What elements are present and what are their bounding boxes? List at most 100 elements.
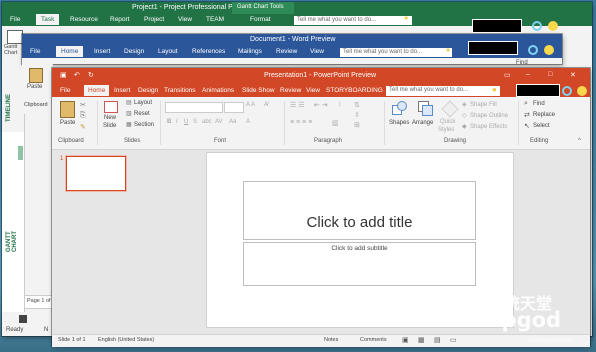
ppt-share-icon[interactable] — [562, 86, 572, 96]
shape-outline-icon[interactable]: ◇ — [462, 112, 467, 119]
ppt-paste-icon[interactable] — [60, 101, 75, 118]
word-account-box[interactable] — [468, 41, 518, 55]
new-slide-icon[interactable] — [104, 101, 118, 113]
columns-icon[interactable]: ▥ — [332, 119, 339, 127]
word-tab-file[interactable]: File — [30, 48, 40, 55]
word-paste-label[interactable]: Paste — [27, 84, 42, 90]
case-icon[interactable]: Aa — [229, 119, 236, 125]
word-tab-design[interactable]: Design — [124, 48, 144, 55]
strike-icon[interactable]: abc — [202, 119, 212, 125]
slide-thumbnail[interactable] — [66, 156, 126, 191]
shadow-icon[interactable]: S — [193, 119, 197, 125]
ppt-new-slide-label[interactable]: New — [104, 115, 116, 121]
ppt-redo-icon[interactable]: ↻ — [88, 71, 94, 79]
collapse-ribbon-icon[interactable]: ^ — [578, 138, 581, 144]
ppt-tab-animations[interactable]: Animations — [202, 87, 234, 94]
ppt-tab-review[interactable]: Review — [280, 87, 301, 94]
status-comments-button[interactable]: Comments — [360, 337, 387, 343]
word-tell-me-input[interactable]: Tell me what you want to do... — [340, 48, 452, 57]
ppt-reset-button[interactable]: Reset — [134, 111, 150, 117]
ppt-titlebar[interactable]: ▣ ↶ ↻ Presentation1 - PowerPoint Preview… — [52, 68, 590, 84]
word-tab-insert[interactable]: Insert — [94, 48, 110, 55]
ppt-tab-slide-show[interactable]: Slide Show — [242, 87, 275, 94]
clear-format-icon[interactable]: A̸ — [264, 102, 268, 108]
slideshow-icon[interactable]: ▭ — [450, 336, 457, 344]
ppt-tab-design[interactable]: Design — [138, 87, 158, 94]
underline-icon[interactable]: U — [184, 119, 188, 125]
project-tab-task[interactable]: Task — [36, 14, 60, 25]
select-icon[interactable]: ↖ — [524, 122, 530, 130]
word-tab-references[interactable]: References — [192, 48, 225, 55]
project-account-box[interactable] — [472, 19, 522, 33]
project-tab-resource[interactable]: Resource — [70, 16, 98, 23]
ppt-arrange-button[interactable]: Arrange — [412, 120, 433, 126]
ppt-layout-button[interactable]: Layout — [134, 100, 152, 106]
project-titlebar[interactable]: Project1 - Project Professional Preview … — [2, 2, 592, 26]
smartart-icon[interactable]: ⊞ — [354, 121, 360, 129]
text-direction-icon[interactable]: ⇅ — [354, 101, 360, 109]
font-grow-icon[interactable]: A A — [246, 102, 255, 108]
italic-icon[interactable]: I — [176, 119, 178, 125]
quick-styles-icon[interactable] — [441, 100, 459, 118]
bold-icon[interactable]: B — [167, 119, 171, 125]
ppt-tell-me-input[interactable]: Tell me what you want to do... — [386, 86, 500, 96]
ppt-ribbon-display-icon[interactable]: ▭ — [504, 71, 511, 79]
project-smiley-icon[interactable] — [548, 21, 558, 31]
word-paste-icon[interactable] — [29, 68, 43, 83]
ppt-replace-button[interactable]: Replace — [533, 112, 555, 118]
ppt-smiley-icon[interactable] — [577, 86, 587, 96]
shape-effects-icon[interactable]: ◆ — [462, 123, 467, 130]
ppt-undo-icon[interactable]: ↶ — [74, 71, 80, 79]
project-tab-format[interactable]: Format — [250, 16, 271, 23]
project-tab-project[interactable]: Project — [144, 16, 164, 23]
find-icon[interactable]: ⌕ — [524, 100, 528, 108]
ppt-section-button[interactable]: Section — [134, 122, 154, 128]
normal-view-icon[interactable]: ▣ — [402, 336, 409, 344]
title-placeholder[interactable]: Click to add title — [243, 181, 476, 240]
ppt-quick-styles-button2[interactable]: Styles — [438, 127, 454, 133]
subtitle-placeholder[interactable]: Click to add subtitle — [243, 242, 476, 286]
project-tell-me-input[interactable]: Tell me what you want to do... — [294, 16, 412, 25]
ppt-select-button[interactable]: Select — [533, 123, 550, 129]
ppt-save-icon[interactable]: ▣ — [60, 71, 67, 79]
replace-icon[interactable]: ⇄ — [524, 111, 530, 119]
line-spacing-icon[interactable]: ↕ — [338, 101, 342, 108]
project-share-icon[interactable] — [532, 21, 542, 31]
ppt-paste-button[interactable]: Paste — [60, 120, 75, 126]
status-notes-button[interactable]: Notes — [324, 337, 338, 343]
word-tab-view[interactable]: View — [310, 48, 324, 55]
word-tab-layout[interactable]: Layout — [158, 48, 178, 55]
word-tab-mailings[interactable]: Mailings — [238, 48, 262, 55]
align-icons[interactable]: ≡ ≡ ≡ ≡ — [290, 119, 312, 126]
arrange-icon[interactable] — [418, 101, 433, 116]
align-text-icon[interactable]: ⇳ — [354, 111, 360, 119]
word-tab-home[interactable]: Home — [56, 46, 84, 57]
bullets-icon[interactable]: ☰ ☰ — [290, 101, 305, 109]
ppt-shape-outline-button[interactable]: Shape Outline — [470, 113, 508, 119]
ppt-find-button[interactable]: Find — [533, 101, 545, 107]
ppt-close-icon[interactable]: ✕ — [570, 71, 576, 79]
ppt-new-slide-label2[interactable]: Slide — [103, 123, 116, 129]
reading-view-icon[interactable]: ▤ — [434, 336, 441, 344]
status-language[interactable]: English (United States) — [98, 337, 154, 343]
project-scroll-left[interactable] — [19, 315, 27, 323]
ppt-tab-insert[interactable]: Insert — [114, 87, 130, 94]
shape-fill-icon[interactable]: ◈ — [462, 101, 467, 108]
ppt-quick-styles-button[interactable]: Quick — [440, 119, 455, 125]
ppt-cut-icon[interactable]: ✂ — [80, 101, 86, 109]
ppt-tab-home[interactable]: Home — [84, 85, 110, 96]
ppt-maximize-icon[interactable]: □ — [548, 71, 552, 78]
ppt-tab-file[interactable]: File — [60, 87, 70, 94]
project-tab-file[interactable]: File — [10, 16, 20, 23]
spacing-icon[interactable]: AV — [215, 119, 223, 125]
word-tab-review[interactable]: Review — [276, 48, 297, 55]
ppt-shape-fill-button[interactable]: Shape Fill — [470, 102, 497, 108]
project-tab-view[interactable]: View — [178, 16, 192, 23]
indent-icon[interactable]: ⇤ ⇥ — [314, 101, 328, 109]
ppt-format-painter-icon[interactable]: ✎ — [80, 123, 86, 131]
ppt-minimize-icon[interactable]: – — [526, 71, 530, 78]
shapes-icon[interactable] — [392, 101, 407, 115]
project-tab-team[interactable]: TEAM — [206, 16, 224, 23]
ppt-tab-transitions[interactable]: Transitions — [164, 87, 196, 94]
font-size-dropdown[interactable] — [224, 102, 244, 113]
